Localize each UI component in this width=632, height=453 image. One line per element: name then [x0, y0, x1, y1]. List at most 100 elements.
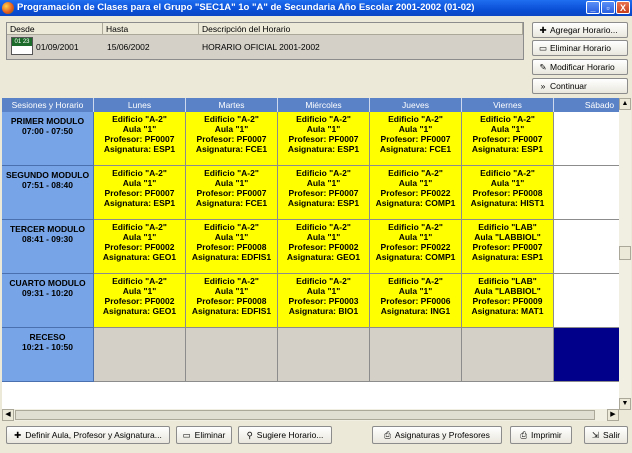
column-header-descripcion[interactable]: Descripción del Horario [199, 23, 523, 35]
horizontal-scrollbar[interactable]: ◀ ▶ [2, 409, 619, 421]
cell-line: Aula "1" [306, 178, 341, 188]
suggest-schedule-button[interactable]: ⚲ Sugiere Horario... [238, 426, 332, 444]
cell-line: Profesor: PF0007 [104, 134, 175, 144]
schedule-cell[interactable]: Edificio "A-2" Aula "1" Profesor: PF0006 As… [370, 274, 462, 328]
schedule-cell[interactable] [554, 166, 619, 220]
delete-schedule-button[interactable]: ▭ Eliminar Horario [532, 40, 628, 56]
column-header-day: Sábado [554, 98, 619, 112]
schedule-cell[interactable]: Edificio "A-2" Aula "1" Profesor: PF0007 As… [186, 166, 278, 220]
schedule-cell[interactable] [462, 328, 554, 382]
print-button[interactable]: ⎙ Imprimir [510, 426, 572, 444]
calendar-icon: 01 23 [11, 37, 33, 55]
schedule-cell[interactable]: Edificio "A-2" Aula "1" Profesor: PF0022 As… [370, 220, 462, 274]
define-classroom-button[interactable]: ✚ Definir Aula, Profesor y Asignatura... [6, 426, 170, 444]
cell-line: Profesor: PF0002 [104, 296, 175, 306]
cell-line: Aula "1" [306, 286, 341, 296]
scroll-up-icon[interactable]: ▲ [619, 98, 631, 110]
app-icon [2, 2, 14, 14]
cell-line: Asignatura: ESP1 [471, 252, 544, 262]
cell-line: Profesor: PF0008 [196, 242, 267, 252]
add-schedule-button[interactable]: ✚ Agregar Horario... [532, 22, 628, 38]
scroll-right-icon[interactable]: ▶ [607, 409, 619, 421]
schedule-cell[interactable]: Edificio "A-2" Aula "1" Profesor: PF0007 As… [94, 166, 186, 220]
maximize-button[interactable]: ▫ [601, 1, 615, 14]
schedule-cell[interactable] [554, 328, 619, 382]
scroll-thumb[interactable] [619, 246, 631, 260]
schedule-cell[interactable] [554, 220, 619, 274]
cell-line: Asignatura: GEO1 [102, 306, 177, 316]
exit-button[interactable]: ⇲ Salir [584, 426, 628, 444]
cell-line: Profesor: PF0022 [380, 188, 451, 198]
cell-line: Edificio "A-2" [204, 222, 259, 232]
cell-line: Aula "1" [398, 286, 433, 296]
column-header-desde[interactable]: Desde [7, 23, 103, 35]
schedule-cell[interactable]: Edificio "A-2" Aula "1" Profesor: PF0022 As… [370, 166, 462, 220]
cell-line: Edificio "A-2" [296, 114, 351, 124]
cell-line: Asignatura: EDFIS1 [191, 306, 272, 316]
edit-schedule-button[interactable]: ✎ Modificar Horario [532, 59, 628, 75]
title-bar: Programación de Clases para el Grupo "SE… [0, 0, 632, 16]
schedule-cell[interactable]: Edificio "LAB" Aula "LABBIOL" Profesor: PF… [462, 220, 554, 274]
minimize-button[interactable]: _ [586, 1, 600, 14]
period-row[interactable]: 01 23 01/09/2001 15/06/2002 HORARIO OFIC… [7, 35, 523, 59]
schedule-cell[interactable]: Edificio "A-2" Aula "1" Profesor: PF0002 As… [278, 220, 370, 274]
period-end-date: 15/06/2002 [107, 42, 150, 52]
schedule-cell[interactable]: Edificio "A-2" Aula "1" Profesor: PF0002 As… [94, 274, 186, 328]
schedule-cell[interactable]: Edificio "A-2" Aula "1" Profesor: PF0007 As… [278, 112, 370, 166]
scroll-left-icon[interactable]: ◀ [2, 409, 14, 421]
pencil-icon: ✎ [539, 62, 547, 72]
cell-line: Edificio "A-2" [296, 276, 351, 286]
schedule-grid[interactable]: Sesiones y Horario Lunes Martes Miércoles J… [2, 98, 619, 410]
column-header-day: Viernes [462, 98, 554, 112]
schedule-cell[interactable]: Edificio "A-2" Aula "1" Profesor: PF0008 As… [462, 166, 554, 220]
schedule-cell[interactable]: Edificio "A-2" Aula "1" Profesor: PF0007 As… [278, 166, 370, 220]
scroll-down-icon[interactable]: ▼ [619, 398, 631, 410]
column-header-hasta[interactable]: Hasta [103, 23, 199, 35]
printer-icon: ⎙ [384, 430, 391, 440]
cell-line: Edificio "A-2" [388, 168, 443, 178]
schedule-cell[interactable] [370, 328, 462, 382]
schedule-cell[interactable] [186, 328, 278, 382]
schedule-cell[interactable]: Edificio "A-2" Aula "1" Profesor: PF0007 As… [186, 112, 278, 166]
cell-line: Asignatura: ESP1 [103, 144, 176, 154]
schedule-cell[interactable] [94, 328, 186, 382]
schedule-cell[interactable] [278, 328, 370, 382]
delete-button[interactable]: ▭ Eliminar [176, 426, 232, 444]
session-time: 07:00 - 07:50 [21, 126, 74, 136]
subjects-teachers-button[interactable]: ⎙ Asignaturas y Profesores [372, 426, 502, 444]
schedule-cell[interactable]: Edificio "A-2" Aula "1" Profesor: PF0008 As… [186, 274, 278, 328]
continue-button[interactable]: » Continuar [532, 78, 628, 94]
horizontal-scroll-thumb[interactable] [15, 410, 595, 420]
cell-line: Profesor: PF0009 [472, 296, 543, 306]
schedule-cell[interactable] [554, 274, 619, 328]
cell-line: Edificio "A-2" [480, 168, 535, 178]
session-header: TERCER MODULO 08:41 - 09:30 [2, 220, 94, 274]
schedule-cell[interactable]: Edificio "A-2" Aula "1" Profesor: PF0007 As… [462, 112, 554, 166]
cell-line: Profesor: PF0007 [288, 134, 359, 144]
cell-line: Edificio "A-2" [388, 276, 443, 286]
cell-line: Asignatura: BIO1 [288, 306, 359, 316]
window-title: Programación de Clases para el Grupo "SE… [17, 2, 475, 13]
cell-line: Asignatura: ING1 [380, 306, 451, 316]
cell-line: Profesor: PF0002 [288, 242, 359, 252]
cell-line: Asignatura: HIST1 [470, 198, 545, 208]
schedule-cell[interactable]: Edificio "LAB" Aula "LABBIOL" Profesor: PF… [462, 274, 554, 328]
period-start-date: 01/09/2001 [36, 42, 79, 52]
schedule-cell[interactable] [554, 112, 619, 166]
cell-line: Profesor: PF0007 [472, 134, 543, 144]
session-time: 08:41 - 09:30 [21, 234, 74, 244]
cell-line: Edificio "A-2" [480, 114, 535, 124]
vertical-scrollbar[interactable]: ▲ ▼ [619, 98, 631, 410]
schedule-periods-list[interactable]: Desde Hasta Descripción del Horario 01 2… [6, 22, 524, 60]
close-button[interactable]: X [616, 1, 630, 14]
cell-line: Edificio "A-2" [204, 114, 259, 124]
session-name: TERCER MODULO [9, 224, 86, 234]
schedule-cell[interactable]: Edificio "A-2" Aula "1" Profesor: PF0003 As… [278, 274, 370, 328]
session-time: 09:31 - 10:20 [21, 288, 74, 298]
schedule-cell[interactable]: Edificio "A-2" Aula "1" Profesor: PF0007 As… [370, 112, 462, 166]
schedule-cell[interactable]: Edificio "A-2" Aula "1" Profesor: PF0008 As… [186, 220, 278, 274]
schedule-cell[interactable]: Edificio "A-2" Aula "1" Profesor: PF0002 As… [94, 220, 186, 274]
schedule-cell[interactable]: Edificio "A-2" Aula "1" Profesor: PF0007 As… [94, 112, 186, 166]
cell-line: Asignatura: ESP1 [471, 144, 544, 154]
cell-line: Asignatura: FCE1 [195, 144, 268, 154]
